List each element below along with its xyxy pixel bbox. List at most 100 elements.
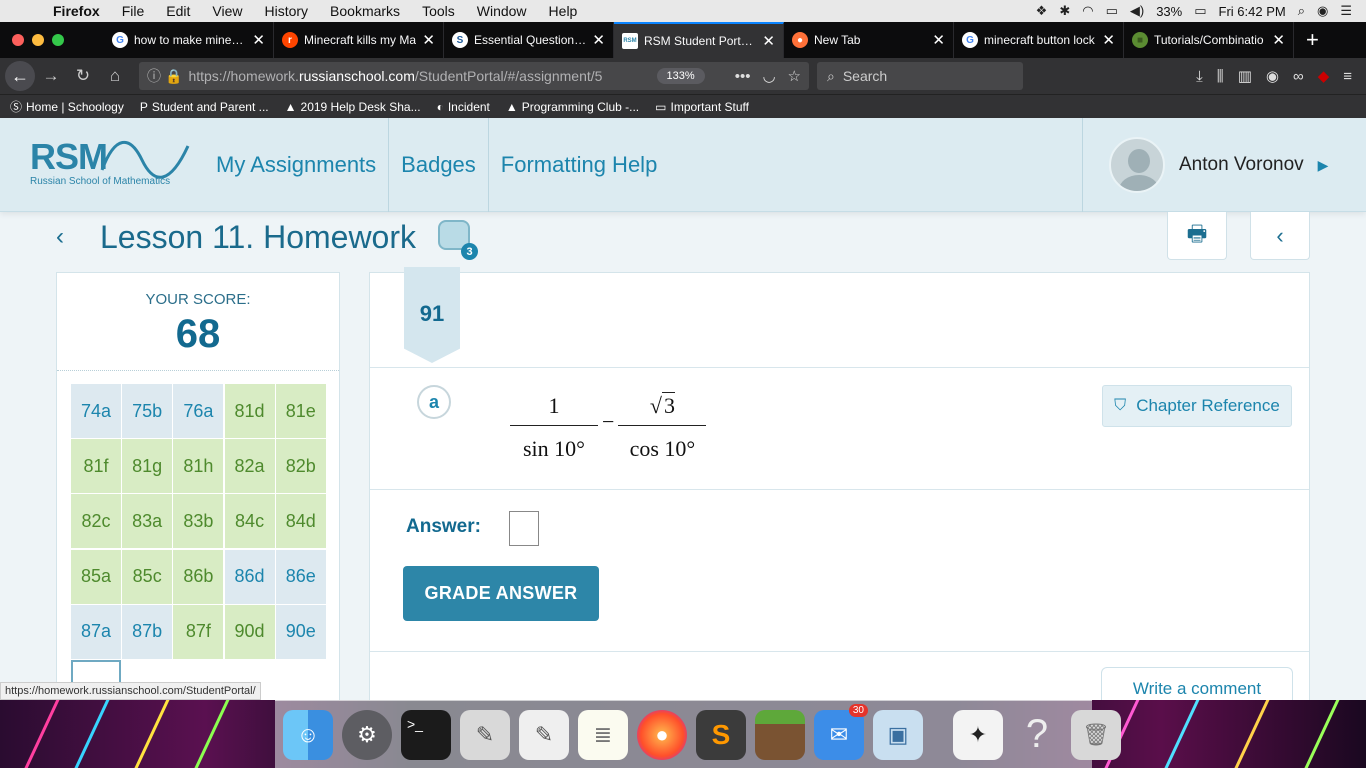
browser-tab[interactable]: Gminecraft button lock ✕ bbox=[954, 22, 1124, 58]
nav-badges[interactable]: Badges bbox=[389, 118, 489, 212]
hamburger-menu-icon[interactable]: ≡ bbox=[1343, 68, 1352, 85]
problem-cell[interactable]: 84d bbox=[275, 494, 326, 549]
battery-icon[interactable]: ▭ bbox=[1194, 3, 1206, 19]
problem-cell[interactable]: 75b bbox=[122, 384, 173, 438]
site-info-icon[interactable]: ⓘ bbox=[147, 66, 161, 86]
close-tab-icon[interactable]: ✕ bbox=[592, 31, 605, 49]
problem-cell[interactable]: 81f bbox=[71, 439, 121, 494]
user-menu[interactable]: Anton Voronov ▶ bbox=[1082, 118, 1366, 212]
mail-icon[interactable]: ✉ 30 bbox=[814, 703, 868, 760]
nav-my-assignments[interactable]: My Assignments bbox=[204, 118, 390, 212]
sublime-text-icon[interactable]: S bbox=[696, 709, 746, 760]
notification-center-icon[interactable]: ☰ bbox=[1340, 3, 1352, 19]
browser-tab[interactable]: ■ Tutorials/Combinatio ✕ bbox=[1124, 22, 1294, 58]
problem-cell[interactable]: 81d bbox=[224, 384, 275, 438]
system-preferences-icon[interactable]: ⚙ bbox=[342, 709, 392, 760]
menu-edit[interactable]: Edit bbox=[155, 3, 201, 19]
problem-cell[interactable]: 82b bbox=[275, 439, 326, 494]
problem-cell[interactable]: 82a bbox=[224, 439, 275, 494]
problem-cell[interactable]: 81e bbox=[275, 384, 326, 438]
minimize-window-icon[interactable] bbox=[32, 34, 44, 46]
menu-help[interactable]: Help bbox=[538, 3, 589, 19]
nav-formatting-help[interactable]: Formatting Help bbox=[489, 118, 670, 212]
account-icon[interactable]: ◉ bbox=[1266, 67, 1279, 85]
url-text[interactable]: https://homework.russianschool.com/Stude… bbox=[188, 68, 656, 84]
finder-icon[interactable]: ☺ bbox=[283, 709, 333, 760]
script-editor-icon[interactable]: ✎ bbox=[460, 709, 510, 760]
problem-cell[interactable]: 87f bbox=[173, 604, 224, 659]
bookmark-item[interactable]: ▲ 2019 Help Desk Sha... bbox=[285, 100, 421, 114]
answer-input[interactable] bbox=[509, 511, 539, 546]
ublock-icon[interactable]: ◆ bbox=[1318, 67, 1330, 85]
close-tab-icon[interactable]: ✕ bbox=[1102, 31, 1115, 49]
siri-icon[interactable]: ◉ bbox=[1317, 3, 1328, 19]
close-window-icon[interactable] bbox=[12, 34, 24, 46]
new-tab-button[interactable]: + bbox=[1294, 27, 1331, 53]
sidebar-icon[interactable]: ▥ bbox=[1238, 67, 1252, 85]
clock[interactable]: Fri 6:42 PM bbox=[1219, 4, 1286, 19]
textedit-icon[interactable]: ✎ bbox=[519, 709, 569, 760]
wifi-icon[interactable]: ◠ bbox=[1082, 3, 1093, 19]
close-tab-icon[interactable]: ✕ bbox=[1272, 31, 1285, 49]
lesson-materials-badge[interactable]: 3 bbox=[438, 220, 478, 260]
problem-cell[interactable]: 81h bbox=[173, 439, 224, 494]
home-button[interactable]: ⌂ bbox=[99, 66, 131, 86]
problem-cell[interactable]: 81g bbox=[122, 439, 173, 494]
firefox-icon[interactable]: ● bbox=[637, 709, 687, 760]
problem-cell[interactable]: 83b bbox=[173, 494, 224, 549]
problem-cell[interactable]: 84c bbox=[224, 494, 275, 549]
terminal-icon[interactable]: >_ bbox=[401, 709, 451, 760]
problem-cell[interactable]: 74a bbox=[71, 384, 121, 438]
back-button[interactable]: ← bbox=[5, 61, 35, 91]
grapher-icon[interactable]: ✦ bbox=[953, 709, 1003, 760]
close-tab-icon[interactable]: ✕ bbox=[422, 31, 435, 49]
problem-cell[interactable]: 87a bbox=[71, 604, 121, 659]
print-button[interactable]: 🖶 bbox=[1167, 212, 1227, 260]
problem-cell[interactable]: 86b bbox=[173, 549, 224, 604]
airplay-icon[interactable]: ▭ bbox=[1106, 3, 1118, 19]
rsm-logo[interactable]: RSM Russian School of Mathematics bbox=[30, 136, 200, 187]
grade-answer-button[interactable]: GRADE ANSWER bbox=[403, 566, 599, 621]
problem-cell[interactable]: 82c bbox=[71, 494, 121, 549]
browser-tab[interactable]: ● New Tab ✕ bbox=[784, 22, 954, 58]
battery-percent[interactable]: 33% bbox=[1156, 4, 1182, 19]
spotlight-icon[interactable]: ⌕ bbox=[1298, 3, 1305, 19]
close-tab-icon[interactable]: ✕ bbox=[762, 32, 775, 50]
bookmark-star-icon[interactable]: ☆ bbox=[788, 67, 801, 85]
menu-view[interactable]: View bbox=[201, 3, 253, 19]
page-actions-icon[interactable]: ••• bbox=[735, 68, 751, 85]
bluetooth-icon[interactable]: ✱ bbox=[1059, 3, 1070, 19]
search-input[interactable]: ⌕ Search bbox=[817, 62, 1023, 90]
menu-bookmarks[interactable]: Bookmarks bbox=[319, 3, 411, 19]
browser-tab[interactable]: r Minecraft kills my Ma ✕ bbox=[274, 22, 444, 58]
dropbox-icon[interactable]: ❖ bbox=[1036, 3, 1048, 19]
library-icon[interactable]: ⫼ bbox=[1217, 68, 1224, 85]
problem-cell[interactable]: 90e bbox=[275, 604, 326, 659]
menu-file[interactable]: File bbox=[111, 3, 156, 19]
url-bar[interactable]: ⓘ 🔒 https://homework.russianschool.com/S… bbox=[139, 62, 809, 90]
zoom-window-icon[interactable] bbox=[52, 34, 64, 46]
bookmark-item[interactable]: ▲ Programming Club -... bbox=[506, 100, 639, 114]
problem-cell[interactable]: 87b bbox=[122, 604, 173, 659]
menu-tools[interactable]: Tools bbox=[411, 3, 466, 19]
browser-tab[interactable]: RSM RSM Student Portal - ✕ bbox=[614, 22, 784, 58]
collapse-button[interactable]: ‹ bbox=[1250, 212, 1310, 260]
browser-tab[interactable]: S Essential Question: S ✕ bbox=[444, 22, 614, 58]
problem-cell[interactable]: 90d bbox=[224, 604, 275, 659]
zoom-level-badge[interactable]: 133% bbox=[656, 68, 705, 84]
menu-window[interactable]: Window bbox=[466, 3, 538, 19]
downloads-icon[interactable]: ⤓ bbox=[1196, 68, 1203, 85]
minecraft-icon[interactable] bbox=[755, 709, 805, 760]
problem-cell[interactable]: 85a bbox=[71, 549, 121, 604]
problem-cell[interactable]: 83a bbox=[122, 494, 173, 549]
help-icon[interactable]: ? bbox=[1012, 710, 1062, 760]
bookmark-item[interactable]: ▭ Important Stuff bbox=[655, 100, 749, 114]
browser-tab[interactable]: Ghow to make minecra ✕ bbox=[104, 22, 274, 58]
forward-button[interactable]: → bbox=[35, 66, 67, 86]
problem-cell[interactable]: 85c bbox=[122, 549, 173, 604]
notes-icon[interactable]: ≣ bbox=[578, 709, 628, 760]
problem-cell[interactable]: 86d bbox=[224, 549, 275, 604]
problem-cell[interactable]: 86e bbox=[275, 549, 326, 604]
volume-icon[interactable]: ◀) bbox=[1130, 3, 1144, 19]
menu-app-name[interactable]: Firefox bbox=[42, 3, 111, 19]
